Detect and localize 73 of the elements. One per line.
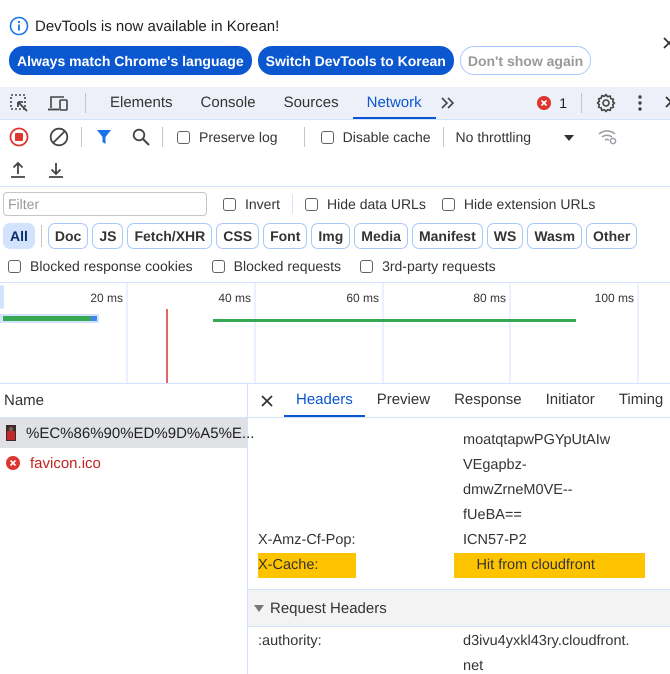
settings-icon[interactable]: [596, 93, 616, 113]
checkbox[interactable]: Hide data URLs: [305, 196, 426, 212]
type-filter-chip[interactable]: JS: [92, 223, 124, 249]
section-header[interactable]: Request Headers: [248, 589, 670, 627]
detail-tab[interactable]: Initiator: [534, 384, 607, 417]
search-icon[interactable]: [132, 128, 150, 146]
panel-tab[interactable]: Sources: [270, 87, 353, 119]
panel-tab[interactable]: Network: [352, 87, 436, 119]
request-row[interactable]: favicon.ico: [0, 448, 247, 478]
record-icon[interactable]: [9, 127, 29, 147]
type-filter-chip[interactable]: Media: [354, 223, 408, 249]
more-options-icon[interactable]: [638, 95, 642, 111]
header-name: X-Cache:: [258, 553, 356, 578]
header-value: net: [463, 657, 484, 674]
panel-tab[interactable]: Console: [186, 87, 270, 119]
infobar-button[interactable]: Switch DevTools to Korean: [258, 46, 454, 75]
type-filter-chip[interactable]: Manifest: [412, 223, 483, 249]
tick-label: 100 ms: [594, 291, 634, 305]
infobar-button[interactable]: Always match Chrome's language: [9, 46, 252, 75]
panel-tab[interactable]: Elements: [96, 87, 187, 119]
request-name: favicon.ico: [30, 454, 101, 472]
type-filter-chip[interactable]: All: [3, 223, 35, 249]
header-value: moatqtapwPGYpUtAIw: [463, 431, 610, 450]
clear-icon[interactable]: [49, 127, 69, 147]
checkbox[interactable]: Preserve log: [177, 129, 278, 145]
inspect-icon[interactable]: [9, 93, 29, 113]
header-value: fUeBA==: [463, 506, 522, 525]
detail-tab[interactable]: Timing: [606, 384, 670, 417]
type-filter-chip[interactable]: Img: [311, 223, 350, 249]
error-icon: [6, 456, 20, 470]
tick-label: 80 ms: [473, 291, 506, 305]
request-name: %EC%86%90%ED%9D%A5%E...: [26, 424, 254, 442]
type-filter-chip[interactable]: Doc: [48, 223, 88, 249]
upload-icon[interactable]: [9, 161, 27, 179]
overview-handle[interactable]: [0, 285, 4, 309]
info-icon: [9, 16, 29, 36]
type-filter-chip[interactable]: CSS: [216, 223, 260, 249]
header-value: Hit from cloudfront: [454, 553, 645, 578]
download-icon[interactable]: [47, 161, 65, 179]
file-thumbnail-icon: [6, 425, 16, 441]
detail-tab[interactable]: Preview: [364, 384, 442, 417]
tick-label: 40 ms: [218, 291, 251, 305]
detail-tab[interactable]: Response: [442, 384, 534, 417]
type-filter-chip[interactable]: Fetch/XHR: [127, 223, 212, 249]
error-count[interactable]: 1: [559, 95, 567, 111]
type-filter-chip[interactable]: Other: [586, 223, 638, 249]
filter-field[interactable]: Filter: [3, 192, 207, 216]
throttling-select[interactable]: No throttling: [456, 129, 532, 145]
header-value: VEgapbz-: [463, 456, 527, 475]
header-name: X-Amz-Cf-Pop:: [257, 531, 356, 550]
type-filter-chip[interactable]: Wasm: [527, 223, 582, 249]
checkbox[interactable]: Blocked requests: [212, 258, 342, 274]
tick-label: 20 ms: [90, 291, 123, 305]
header-name: :authority:: [257, 632, 323, 651]
checkbox[interactable]: 3rd-party requests: [360, 258, 496, 274]
type-filter-chip[interactable]: Font: [263, 223, 308, 249]
error-icon: [537, 96, 552, 110]
checkbox[interactable]: Invert: [223, 196, 280, 212]
more-tabs-icon[interactable]: [440, 96, 456, 110]
device-icon[interactable]: [47, 94, 69, 112]
header-value: ICN57-P2: [463, 531, 527, 550]
filter-icon[interactable]: [96, 129, 112, 145]
header-value: dmwZrneM0VE--: [463, 481, 573, 500]
tick-label: 60 ms: [346, 291, 379, 305]
dropdown-caret-icon[interactable]: [563, 134, 576, 142]
checkbox[interactable]: Hide extension URLs: [442, 196, 596, 212]
checkbox[interactable]: Disable cache: [320, 129, 431, 145]
expanded-triangle-icon: [254, 603, 264, 613]
checkbox[interactable]: Blocked response cookies: [8, 258, 193, 274]
type-filter-chip[interactable]: WS: [486, 223, 524, 249]
detail-tab[interactable]: Headers: [284, 384, 365, 417]
header-value: d3ivu4yxkl43ry.cloudfront.: [463, 632, 630, 651]
infobar-message: DevTools is now available in Korean!: [35, 18, 280, 34]
